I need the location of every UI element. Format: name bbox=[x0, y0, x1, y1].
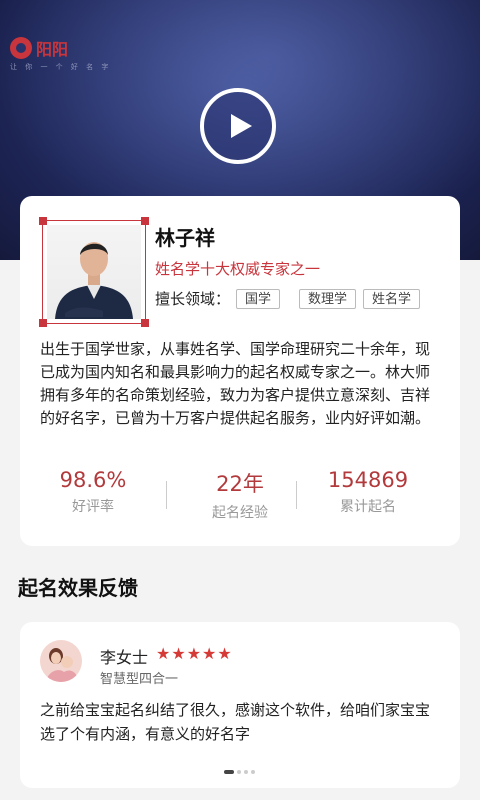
review-package: 智慧型四合一 bbox=[100, 672, 179, 687]
carousel-indicator bbox=[224, 770, 258, 774]
carousel-dot[interactable] bbox=[244, 770, 248, 774]
stat-rating-value: 98.6% bbox=[59, 468, 127, 492]
stats-row: 98.6% 好评率 22年 起名经验 154869 累计起名 bbox=[20, 468, 460, 524]
stat-experience-value: 22年 bbox=[216, 472, 264, 496]
stat-experience-label: 起名经验 bbox=[212, 505, 268, 521]
play-button[interactable] bbox=[200, 88, 276, 164]
star-icon: ★ bbox=[186, 644, 202, 663]
rating-stars: ★ ★ ★ ★ ★ bbox=[156, 644, 233, 663]
tag-shulixue: 数理学 bbox=[299, 289, 357, 309]
review-card[interactable]: 李女士 ★ ★ ★ ★ ★ 智慧型四合一 之前给宝宝起名纠结了很久，感谢这个软件… bbox=[20, 622, 460, 788]
expert-card: 林子祥 姓名学十大权威专家之一 擅长领域： 国学 数理学 姓名学 出生于国学世家… bbox=[20, 196, 460, 546]
expert-name: 林子祥 bbox=[155, 226, 215, 250]
expert-avatar-frame bbox=[39, 217, 149, 327]
carousel-dot[interactable] bbox=[237, 770, 241, 774]
logo-text: 阳阳 bbox=[36, 40, 69, 59]
review-text: 之前给宝宝起名纠结了很久，感谢这个软件，给咱们家宝宝选了个有内涵，有意义的好名字 bbox=[40, 701, 431, 743]
stat-rating-label: 好评率 bbox=[72, 499, 114, 515]
star-icon: ★ bbox=[217, 644, 232, 663]
logo-mark-icon bbox=[10, 37, 32, 59]
carousel-dot[interactable] bbox=[251, 770, 255, 774]
star-icon: ★ bbox=[156, 644, 171, 663]
carousel-dot-active[interactable] bbox=[224, 770, 234, 774]
reviewer-name: 李女士 bbox=[100, 648, 149, 667]
stat-total-label: 累计起名 bbox=[340, 499, 396, 515]
tag-guoxue: 国学 bbox=[236, 289, 281, 309]
play-icon bbox=[231, 114, 252, 138]
stat-total-value: 154869 bbox=[327, 468, 409, 492]
expert-bio: 出生于国学世家，从事姓名学、国学命理研究二十余年，现已成为国内知名和最具影响力的… bbox=[40, 340, 431, 427]
logo-slogan: 让 你 一 个 好 名 字 bbox=[10, 63, 112, 71]
tag-xingmingxue: 姓名学 bbox=[363, 289, 421, 309]
stat-experience: 22年 起名经验 bbox=[167, 468, 313, 522]
stat-rating: 98.6% 好评率 bbox=[20, 468, 166, 516]
stat-total: 154869 累计起名 bbox=[295, 468, 441, 516]
expert-title: 姓名学十大权威专家之一 bbox=[155, 260, 321, 278]
section-title: 起名效果反馈 bbox=[18, 576, 138, 600]
star-icon: ★ bbox=[202, 644, 217, 663]
expert-avatar bbox=[47, 225, 141, 319]
app-logo: 阳阳 bbox=[10, 36, 68, 60]
reviewer-avatar bbox=[40, 640, 82, 682]
star-icon: ★ bbox=[171, 644, 186, 663]
field-label: 擅长领域： bbox=[155, 290, 231, 308]
